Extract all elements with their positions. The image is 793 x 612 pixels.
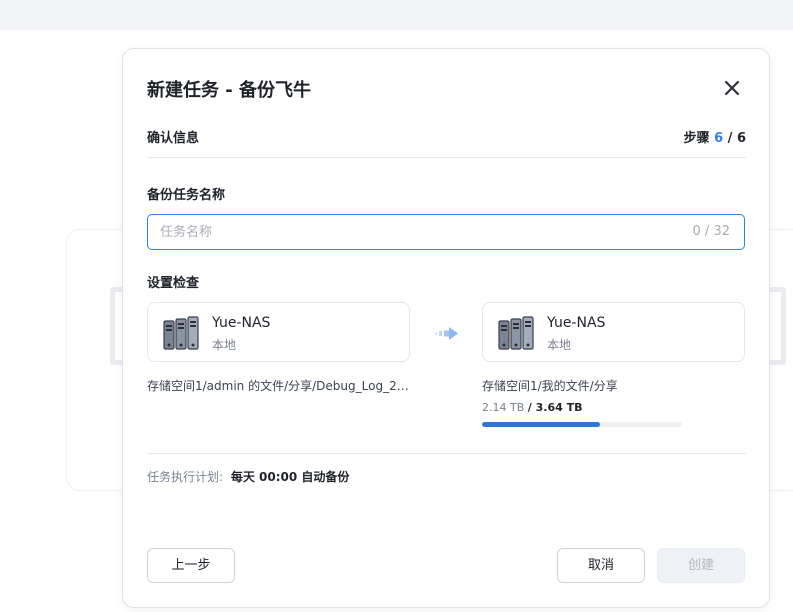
target-device-card: Yue-NAS 本地 bbox=[482, 302, 745, 362]
source-device-name: Yue-NAS bbox=[212, 315, 271, 331]
new-task-dialog: 新建任务 - 备份飞牛 确认信息 步骤 6 / 6 备份任务名称 0 / 32 … bbox=[122, 48, 770, 608]
task-name-label: 备份任务名称 bbox=[147, 188, 226, 203]
transfer-arrow-icon bbox=[435, 327, 458, 340]
step-separator: / bbox=[727, 131, 733, 146]
char-counter: 0 / 32 bbox=[692, 224, 730, 239]
task-name-field[interactable]: 0 / 32 bbox=[147, 214, 745, 250]
dialog-title: 新建任务 - 备份飞牛 bbox=[147, 80, 312, 101]
section-title: 确认信息 bbox=[147, 131, 200, 146]
source-device-location: 本地 bbox=[212, 338, 237, 352]
nas-server-icon bbox=[163, 316, 199, 350]
schedule-value: 每天 00:00 自动备份 bbox=[230, 470, 350, 484]
target-path: 存储空间1/我的文件/分享 bbox=[482, 379, 618, 393]
cancel-button[interactable]: 取消 bbox=[557, 548, 645, 583]
close-icon[interactable] bbox=[721, 77, 743, 99]
storage-usage-fill bbox=[482, 422, 600, 427]
storage-usage-bar bbox=[482, 422, 682, 427]
previous-step-button[interactable]: 上一步 bbox=[147, 548, 235, 583]
schedule-row: 任务执行计划: 每天 00:00 自动备份 bbox=[147, 468, 349, 485]
background-decoration bbox=[768, 287, 786, 365]
step-header: 确认信息 步骤 6 / 6 bbox=[147, 127, 746, 158]
divider bbox=[147, 453, 746, 454]
task-name-input[interactable] bbox=[160, 215, 660, 249]
schedule-label: 任务执行计划: bbox=[147, 470, 224, 484]
nas-server-icon bbox=[498, 316, 534, 350]
storage-usage-text: 2.14 TB / 3.64 TB bbox=[482, 401, 582, 414]
source-device-card: Yue-NAS 本地 bbox=[147, 302, 410, 362]
step-total: 6 bbox=[736, 131, 746, 146]
target-device-location: 本地 bbox=[547, 338, 572, 352]
target-device-name: Yue-NAS bbox=[547, 315, 606, 331]
top-bar bbox=[0, 0, 793, 30]
source-path: 存储空间1/admin 的文件/分享/Debug_Log_202... bbox=[147, 379, 413, 393]
storage-used: 2.14 TB bbox=[482, 401, 525, 414]
step-prefix: 步骤 bbox=[683, 131, 710, 146]
settings-check-label: 设置检查 bbox=[147, 276, 200, 291]
step-indicator: 步骤 6 / 6 bbox=[684, 127, 746, 146]
create-button[interactable]: 创建 bbox=[657, 548, 745, 583]
storage-total: / 3.64 TB bbox=[527, 401, 583, 414]
step-current: 6 bbox=[714, 131, 724, 146]
